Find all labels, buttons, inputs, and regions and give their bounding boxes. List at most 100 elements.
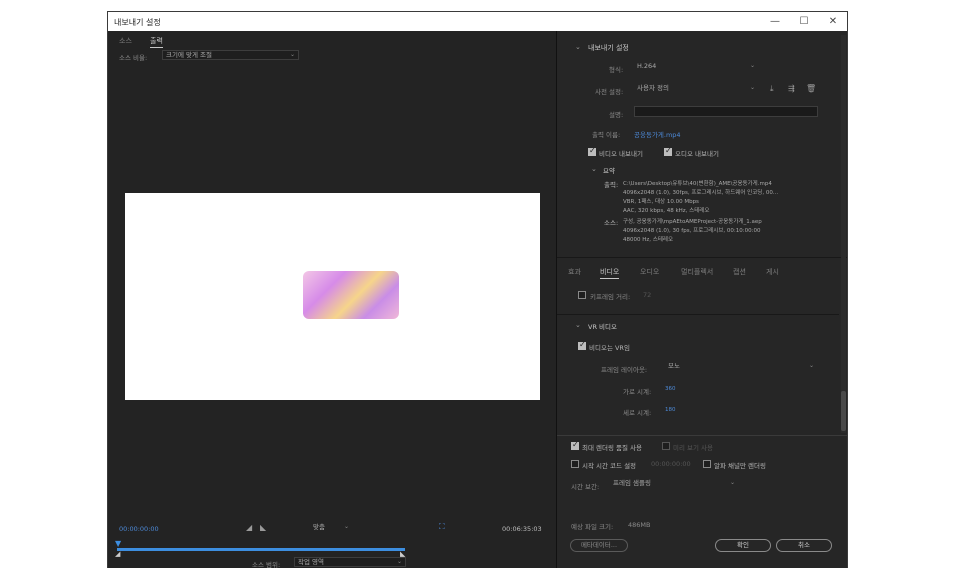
cancel-button[interactable]: 취소 (776, 539, 832, 552)
source-range-label: 소스 범위: (252, 561, 281, 569)
source-range-value: 작업 영역 (298, 558, 324, 566)
tab-effects[interactable]: 효과 (568, 267, 581, 277)
chevron-down-icon: ⌄ (396, 558, 402, 565)
preset-dropdown[interactable]: 사용자 정의 ⌄ (634, 84, 758, 94)
keyframe-distance-checkbox[interactable] (578, 291, 586, 299)
set-start-timecode-checkbox[interactable] (571, 460, 579, 468)
minimize-button[interactable]: — (761, 14, 789, 29)
export-video-label: 비디오 내보내기 (599, 150, 643, 158)
time-interpolation-dropdown[interactable]: 프레임 샘플링 ⌄ (610, 479, 738, 489)
summary-source-line: 구성, 공웅동가게\mpAEtoAMEProject-공웅동가게_1.aep (623, 219, 762, 225)
chevron-down-icon[interactable]: ⌄ (575, 43, 581, 51)
export-audio-label: 오디오 내보내기 (675, 150, 719, 158)
time-interpolation-label: 시간 보간: (571, 483, 600, 491)
horizontal-fov-value[interactable]: 360 (665, 386, 676, 392)
zoom-fit-dropdown[interactable]: 맞춤 ⌄ (310, 523, 352, 533)
video-is-vr-label: 비디오는 VR임 (589, 344, 630, 352)
tab-video[interactable]: 비디오 (600, 267, 620, 279)
estimated-size-label: 예상 파일 크기: (571, 523, 614, 531)
in-point-marker-icon[interactable]: ◢ (115, 550, 120, 558)
video-is-vr-checkbox[interactable] (578, 340, 586, 350)
tab-source[interactable]: 소스 (119, 36, 132, 46)
tab-audio[interactable]: 오디오 (640, 267, 659, 277)
import-preset-icon[interactable]: ⇶ (788, 84, 795, 93)
divider (557, 435, 847, 436)
source-range-dropdown[interactable]: 작업 영역 ⌄ (294, 557, 406, 567)
output-name-link[interactable]: 공웅동가게.mp4 (634, 129, 681, 139)
timecode-current[interactable]: 00:00:00:00 (119, 525, 159, 533)
source-scale-value: 크기에 맞게 조절 (166, 51, 212, 59)
tab-publish[interactable]: 게시 (766, 267, 779, 277)
set-out-point-icon[interactable]: ◣ (260, 523, 266, 532)
keyframe-distance-value[interactable]: 72 (643, 291, 651, 299)
chevron-down-icon[interactable]: ⌄ (591, 165, 597, 173)
chevron-down-icon[interactable]: ⌄ (575, 321, 581, 329)
comments-input[interactable] (634, 106, 818, 117)
export-settings-header: 내보내기 설정 (588, 44, 629, 52)
aspect-correction-icon[interactable]: ⛶ (439, 522, 445, 532)
max-render-quality-checkbox[interactable] (571, 440, 579, 450)
chevron-down-icon: ⌄ (749, 84, 755, 91)
export-video-checkbox[interactable] (588, 146, 596, 156)
zoom-fit-value: 맞춤 (313, 523, 325, 531)
settings-panel: ⌄ 내보내기 설정 형식: H.264 ⌄ 사전 설정: 사용자 정의 ⌄ ⤓ … (556, 31, 847, 568)
render-alpha-label: 알파 채널만 렌더링 (714, 462, 766, 470)
timecode-duration: 00:06:35:03 (502, 525, 542, 533)
settings-scrollbar-thumb[interactable] (841, 391, 846, 431)
render-alpha-checkbox[interactable] (703, 460, 711, 468)
summary-output-line: C:\Users\Desktop\유튜브\40(변환함)_AME\공웅동가게.m… (623, 181, 772, 187)
delete-preset-icon[interactable]: 🗑 (806, 84, 816, 93)
export-settings-window: 내보내기 설정 — ☐ ✕ 소스 출력 소스 비율: 크기에 맞게 조절 ⌄ 0… (107, 11, 848, 569)
frame-layout-label: 프레임 레이아웃: (601, 366, 648, 374)
chevron-down-icon: ⌄ (749, 62, 755, 69)
keyframe-distance-label: 키프레임 거리: (590, 293, 631, 301)
playhead-icon[interactable]: ▼ (115, 539, 121, 548)
divider (557, 314, 839, 315)
summary-output-line: AAC, 320 kbps, 48 kHz, 스테레오 (623, 208, 710, 214)
chevron-down-icon: ⌄ (343, 523, 349, 530)
save-preset-icon[interactable]: ⤓ (770, 84, 774, 94)
source-scale-label: 소스 비율: (119, 54, 148, 62)
video-preview (125, 193, 540, 400)
tab-captions[interactable]: 캡션 (733, 267, 746, 277)
preview-thumbnail-image (303, 271, 399, 319)
horizontal-fov-label: 가로 시계: (623, 388, 652, 396)
vertical-fov-label: 세로 시계: (623, 409, 652, 417)
summary-source-line: 48000 Hz, 스테레오 (623, 237, 674, 243)
source-scale-dropdown[interactable]: 크기에 맞게 조절 ⌄ (162, 50, 299, 60)
export-audio-checkbox[interactable] (664, 146, 672, 156)
maximize-button[interactable]: ☐ (790, 14, 818, 29)
summary-output-line: 4096x2048 (1.0), 30fps, 프로그레시브, 하드웨어 인코딩… (623, 190, 779, 196)
format-label: 형식: (609, 66, 624, 74)
comments-label: 설명: (609, 111, 624, 119)
format-value: H.264 (637, 62, 657, 70)
summary-source-line: 4096x2048 (1.0), 30 fps, 프로그레시브, 00:10:0… (623, 228, 761, 234)
timeline-scrubber-track[interactable] (117, 548, 405, 551)
metadata-button[interactable]: 메타데이터... (570, 539, 628, 552)
set-start-timecode-label: 시작 시간 코드 설정 (582, 462, 637, 470)
chevron-down-icon: ⌄ (808, 362, 814, 369)
tab-output[interactable]: 출력 (150, 36, 163, 48)
use-previews-checkbox[interactable] (662, 442, 670, 450)
title-bar: 내보내기 설정 — ☐ ✕ (108, 12, 847, 31)
format-dropdown[interactable]: H.264 ⌄ (634, 62, 758, 72)
settings-scrollbar-track[interactable] (841, 35, 846, 433)
estimated-size-value: 486MB (628, 521, 651, 529)
preset-label: 사전 설정: (595, 88, 624, 96)
preview-panel: 소스 출력 소스 비율: 크기에 맞게 조절 ⌄ 00:00:00:00 ◢ ◣… (108, 31, 556, 569)
tab-multiplexer[interactable]: 멀티플렉서 (681, 267, 713, 277)
vertical-fov-value[interactable]: 180 (665, 407, 676, 413)
output-name-label: 출력 이름: (592, 131, 621, 139)
vr-video-header: VR 비디오 (588, 323, 617, 331)
start-timecode-value[interactable]: 00:00:00:00 (651, 460, 691, 468)
summary-output-label: 출력: (604, 181, 619, 189)
summary-header: 요약 (603, 167, 615, 175)
time-interpolation-value: 프레임 샘플링 (613, 479, 651, 487)
set-in-point-icon[interactable]: ◢ (246, 523, 252, 532)
chevron-down-icon: ⌄ (289, 51, 295, 58)
chevron-down-icon: ⌄ (729, 479, 735, 486)
close-button[interactable]: ✕ (819, 14, 847, 29)
frame-layout-value: 모노 (668, 362, 680, 370)
frame-layout-dropdown[interactable]: 모노 ⌄ (665, 362, 817, 372)
ok-button[interactable]: 확인 (715, 539, 771, 552)
